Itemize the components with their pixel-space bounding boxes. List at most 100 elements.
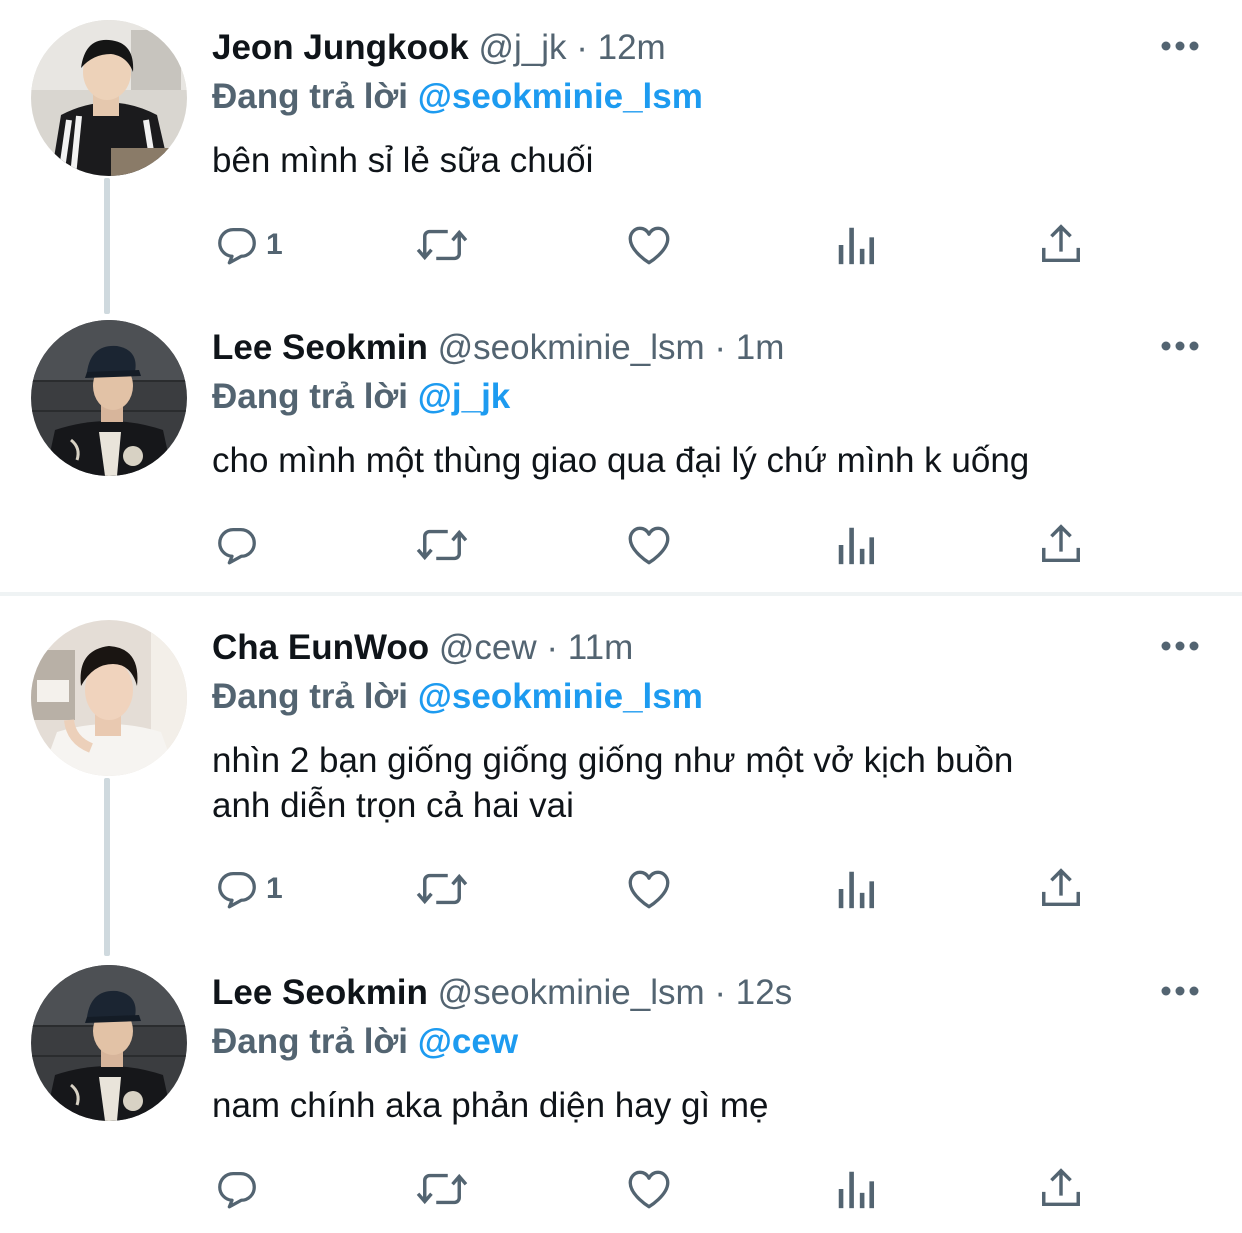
replying-to: Đang trả lời @cew <box>212 1020 518 1064</box>
avatar-image <box>31 20 187 176</box>
separator-dot: · <box>714 973 727 1012</box>
more-options-button[interactable] <box>1158 36 1202 56</box>
replying-to: Đang trả lời @j_jk <box>212 375 510 419</box>
more-options-button[interactable] <box>1158 981 1202 1001</box>
tweet-header: Cha EunWoo @cew · 11m <box>212 626 633 670</box>
share-button[interactable] <box>1038 1164 1084 1212</box>
display-name[interactable]: Cha EunWoo <box>212 628 429 667</box>
reply-button[interactable]: 1 <box>214 222 283 268</box>
like-button[interactable] <box>624 864 674 914</box>
user-handle[interactable]: @seokminie_lsm <box>438 973 705 1012</box>
user-handle[interactable]: @seokminie_lsm <box>438 328 705 367</box>
like-button[interactable] <box>624 520 674 570</box>
avatar[interactable] <box>31 620 187 776</box>
separator-dot: · <box>546 628 559 667</box>
replying-to-label: Đang trả lời <box>212 77 409 116</box>
avatar-image <box>31 965 187 1121</box>
retweet-button[interactable] <box>414 222 470 268</box>
tweet-header: Jeon Jungkook @j_jk · 12m <box>212 26 666 70</box>
like-button[interactable] <box>624 1164 674 1214</box>
avatar[interactable] <box>31 320 187 476</box>
timestamp[interactable]: 12s <box>736 973 792 1012</box>
replying-to: Đang trả lời @seokminie_lsm <box>212 75 703 119</box>
analytics-icon <box>838 871 875 909</box>
timestamp[interactable]: 11m <box>568 628 634 667</box>
more-options-button[interactable] <box>1158 636 1202 656</box>
retweet-button[interactable] <box>414 866 470 912</box>
more-options-button[interactable] <box>1158 336 1202 356</box>
separator-dot: · <box>576 28 588 67</box>
analytics-icon <box>838 527 875 565</box>
conversation-thread: Cha EunWoo @cew · 11m Đang trả lời @seok… <box>0 596 1242 1233</box>
reply-icon <box>218 528 256 565</box>
user-handle[interactable]: @j_jk <box>478 28 566 67</box>
share-icon <box>1042 224 1080 263</box>
more-icon <box>1161 341 1199 351</box>
avatar[interactable] <box>31 20 187 176</box>
conversation-thread: Jeon Jungkook @j_jk · 12m Đang trả lời @… <box>0 0 1242 592</box>
more-icon <box>1161 41 1199 51</box>
analytics-button[interactable] <box>834 522 878 568</box>
share-icon <box>1042 524 1080 563</box>
display-name[interactable]: Jeon Jungkook <box>212 28 469 67</box>
retweet-button[interactable] <box>414 522 470 568</box>
replying-to-label: Đang trả lời <box>212 377 409 416</box>
retweet-icon <box>416 229 468 261</box>
retweet-icon <box>416 1173 468 1205</box>
reply-button[interactable] <box>214 1166 266 1212</box>
avatar[interactable] <box>31 965 187 1121</box>
analytics-icon <box>838 1171 875 1209</box>
timestamp[interactable]: 12m <box>598 28 666 67</box>
tweet[interactable]: Lee Seokmin @seokminie_lsm · 12s Đang tr… <box>0 941 1242 1233</box>
more-icon <box>1161 986 1199 996</box>
tweet[interactable]: Cha EunWoo @cew · 11m Đang trả lời @seok… <box>0 596 1242 941</box>
share-button[interactable] <box>1038 864 1084 912</box>
replying-to-handle-link[interactable]: @j_jk <box>418 377 511 416</box>
analytics-button[interactable] <box>834 1166 878 1212</box>
share-button[interactable] <box>1038 520 1084 568</box>
share-icon <box>1042 868 1080 907</box>
analytics-button[interactable] <box>834 222 878 268</box>
tweet-header: Lee Seokmin @seokminie_lsm · 12s <box>212 971 792 1015</box>
more-icon <box>1161 641 1199 651</box>
reply-button[interactable] <box>214 522 266 568</box>
tweet-text: nhìn 2 bạn giống giống giống như một vở … <box>212 741 1014 825</box>
replying-to-label: Đang trả lời <box>212 677 409 716</box>
replying-to-handle-link[interactable]: @seokminie_lsm <box>418 677 703 716</box>
retweet-button[interactable] <box>414 1166 470 1212</box>
analytics-button[interactable] <box>834 866 878 912</box>
like-button[interactable] <box>624 220 674 270</box>
replying-to-handle-link[interactable]: @cew <box>418 1022 518 1061</box>
share-icon <box>1042 1168 1080 1207</box>
separator-dot: · <box>714 328 727 367</box>
tweet[interactable]: Jeon Jungkook @j_jk · 12m Đang trả lời @… <box>0 0 1242 296</box>
retweet-icon <box>416 529 468 561</box>
share-button[interactable] <box>1038 220 1084 268</box>
replying-to-handle-link[interactable]: @seokminie_lsm <box>418 77 703 116</box>
avatar-image <box>31 620 187 776</box>
tweet-text: cho mình một thùng giao qua đại lý chứ m… <box>212 441 1030 480</box>
reply-icon <box>218 228 256 265</box>
reply-icon <box>218 1172 256 1209</box>
heart-icon <box>628 226 670 265</box>
tweet[interactable]: Lee Seokmin @seokminie_lsm · 1m Đang trả… <box>0 296 1242 592</box>
replying-to-label: Đang trả lời <box>212 1022 409 1061</box>
timestamp[interactable]: 1m <box>736 328 785 367</box>
display-name[interactable]: Lee Seokmin <box>212 328 428 367</box>
reply-count: 1 <box>266 228 283 261</box>
heart-icon <box>628 526 670 565</box>
reply-button[interactable]: 1 <box>214 866 283 912</box>
avatar-image <box>31 320 187 476</box>
tweet-header: Lee Seokmin @seokminie_lsm · 1m <box>212 326 784 370</box>
tweet-text: nam chính aka phản diện hay gì mẹ <box>212 1086 769 1125</box>
display-name[interactable]: Lee Seokmin <box>212 973 428 1012</box>
reply-icon <box>218 872 256 909</box>
heart-icon <box>628 870 670 909</box>
retweet-icon <box>416 873 468 905</box>
user-handle[interactable]: @cew <box>439 628 537 667</box>
reply-count: 1 <box>266 872 283 905</box>
analytics-icon <box>838 227 875 265</box>
replying-to: Đang trả lời @seokminie_lsm <box>212 675 703 719</box>
heart-icon <box>628 1170 670 1209</box>
tweet-text: bên mình sỉ lẻ sữa chuối <box>212 141 594 180</box>
